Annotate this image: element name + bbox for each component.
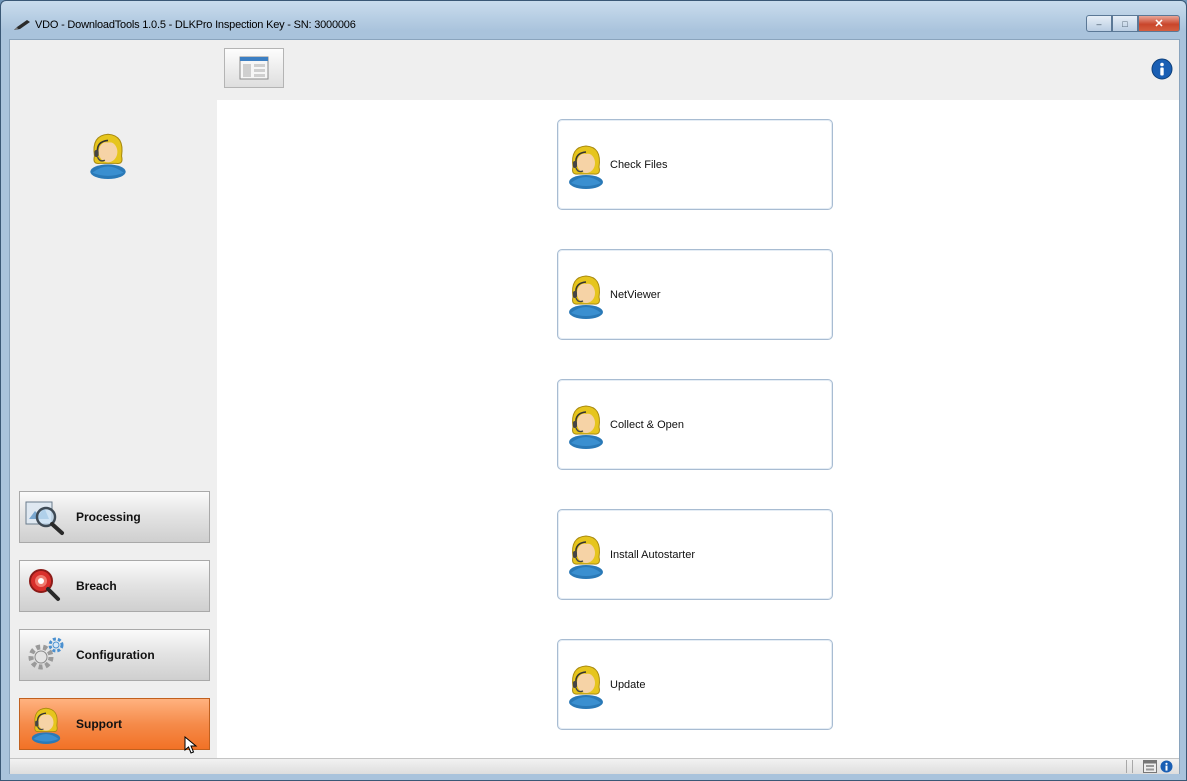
maximize-button[interactable]: □ [1112, 15, 1138, 32]
support-agent-icon [564, 401, 608, 449]
main-content: Check Files NetViewer Collect & Open Ins… [217, 100, 1179, 758]
netviewer-label: NetViewer [610, 288, 661, 301]
info-icon[interactable] [1151, 58, 1173, 80]
maximize-icon: □ [1122, 18, 1128, 29]
support-agent-icon [564, 141, 608, 189]
update-button[interactable]: Update [557, 639, 833, 730]
status-divider [1126, 760, 1127, 773]
check-files-label: Check Files [610, 158, 668, 171]
alert-magnifier-icon [29, 569, 60, 601]
nav-configuration-button[interactable]: Configuration [19, 629, 210, 681]
nav-processing-label: Processing [76, 510, 141, 524]
layout-button[interactable] [224, 48, 284, 88]
pen-icon [14, 20, 30, 30]
support-agent-icon [564, 661, 608, 709]
install-autostarter-label: Install Autostarter [610, 548, 695, 561]
magnifier-icon [25, 501, 64, 535]
close-icon: ✕ [1154, 18, 1164, 30]
support-agent-icon [84, 129, 132, 179]
minimize-icon: – [1096, 18, 1102, 29]
gears-icon [28, 637, 64, 670]
app-window: VDO - DownloadTools 1.0.5 - DLKPro Inspe… [0, 0, 1187, 781]
status-bar [10, 758, 1179, 774]
window-controls: – □ ✕ [1086, 15, 1180, 32]
nav-configuration-label: Configuration [76, 648, 155, 662]
support-agent-icon [564, 531, 608, 579]
support-agent-icon [564, 271, 608, 319]
nav-breach-button[interactable]: Breach [19, 560, 210, 612]
netviewer-button[interactable]: NetViewer [557, 249, 833, 340]
nav-breach-label: Breach [76, 579, 117, 593]
layout-icon[interactable] [1143, 760, 1157, 773]
mouse-cursor-icon [184, 736, 198, 754]
nav-processing-button[interactable]: Processing [19, 491, 210, 543]
update-label: Update [610, 678, 646, 691]
sidebar: Processing Breach Configuration Support [10, 40, 217, 758]
toolbar [217, 40, 1179, 100]
nav-support-button[interactable]: Support [19, 698, 210, 750]
status-divider [1132, 760, 1133, 773]
minimize-button[interactable]: – [1086, 15, 1112, 32]
layout-icon [239, 56, 269, 80]
title-bar[interactable]: VDO - DownloadTools 1.0.5 - DLKPro Inspe… [1, 1, 1186, 39]
support-agent-icon [24, 704, 68, 744]
nav-support-label: Support [76, 717, 122, 731]
client-area: Processing Breach Configuration Support … [9, 39, 1180, 774]
install-autostarter-button[interactable]: Install Autostarter [557, 509, 833, 600]
collect-open-button[interactable]: Collect & Open [557, 379, 833, 470]
close-button[interactable]: ✕ [1138, 15, 1180, 32]
window-title: VDO - DownloadTools 1.0.5 - DLKPro Inspe… [35, 19, 356, 31]
collect-open-label: Collect & Open [610, 418, 684, 431]
info-icon[interactable] [1160, 760, 1173, 773]
check-files-button[interactable]: Check Files [557, 119, 833, 210]
